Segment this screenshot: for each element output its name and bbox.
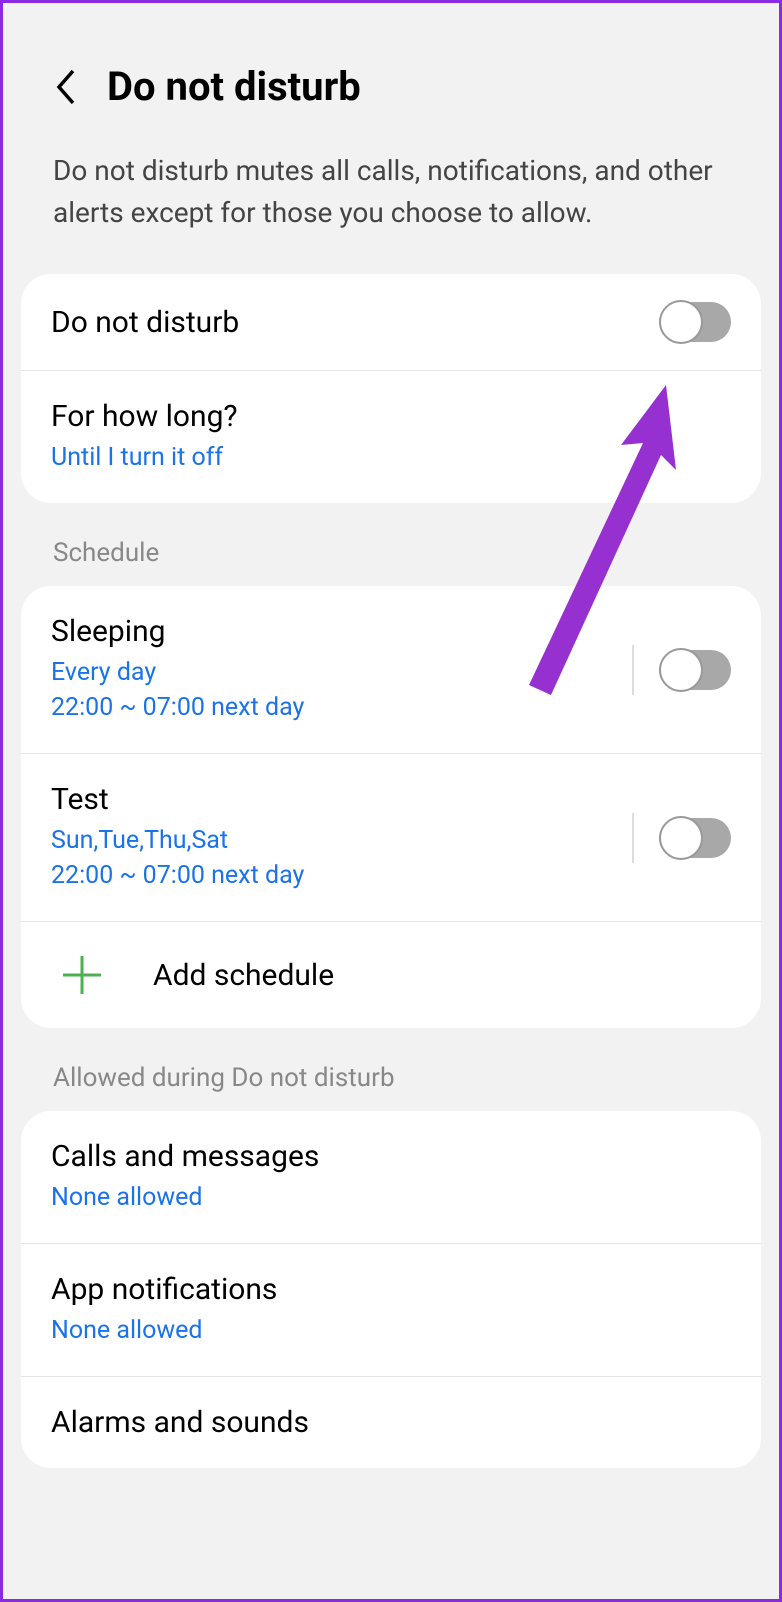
divider [632, 813, 634, 863]
duration-value: Until I turn it off [51, 440, 731, 475]
alarms-sounds-row[interactable]: Alarms and sounds [21, 1377, 761, 1468]
schedule-section: Sleeping Every day 22:00 ~ 07:00 next da… [21, 586, 761, 1028]
schedule-row[interactable]: Sleeping Every day 22:00 ~ 07:00 next da… [21, 586, 761, 754]
allowed-title: App notifications [51, 1272, 731, 1307]
back-icon[interactable] [53, 67, 77, 107]
schedule-toggle[interactable] [659, 818, 731, 858]
page-description: Do not disturb mutes all calls, notifica… [3, 140, 779, 274]
schedule-header: Schedule [3, 503, 779, 586]
header: Do not disturb [3, 3, 779, 140]
page-title: Do not disturb [107, 63, 361, 110]
main-section: Do not disturb For how long? Until I tur… [21, 274, 761, 503]
dnd-toggle-label: Do not disturb [51, 305, 659, 340]
calls-messages-row[interactable]: Calls and messages None allowed [21, 1111, 761, 1244]
allowed-title: Alarms and sounds [51, 1405, 731, 1440]
schedule-title: Sleeping [51, 614, 632, 649]
allowed-subtitle: None allowed [51, 1313, 731, 1348]
allowed-title: Calls and messages [51, 1139, 731, 1174]
duration-label: For how long? [51, 399, 731, 434]
add-schedule-label: Add schedule [153, 958, 334, 993]
schedule-row[interactable]: Test Sun,Tue,Thu,Sat 22:00 ~ 07:00 next … [21, 754, 761, 922]
allowed-section: Calls and messages None allowed App noti… [21, 1111, 761, 1468]
dnd-toggle-row[interactable]: Do not disturb [21, 274, 761, 371]
duration-row[interactable]: For how long? Until I turn it off [21, 371, 761, 503]
schedule-detail: Sun,Tue,Thu,Sat 22:00 ~ 07:00 next day [51, 823, 632, 893]
schedule-detail: Every day 22:00 ~ 07:00 next day [51, 655, 632, 725]
allowed-header: Allowed during Do not disturb [3, 1028, 779, 1111]
divider [632, 645, 634, 695]
plus-icon [61, 954, 103, 996]
schedule-title: Test [51, 782, 632, 817]
dnd-toggle[interactable] [659, 302, 731, 342]
allowed-subtitle: None allowed [51, 1180, 731, 1215]
schedule-toggle[interactable] [659, 650, 731, 690]
add-schedule-row[interactable]: Add schedule [21, 922, 761, 1028]
app-notifications-row[interactable]: App notifications None allowed [21, 1244, 761, 1377]
